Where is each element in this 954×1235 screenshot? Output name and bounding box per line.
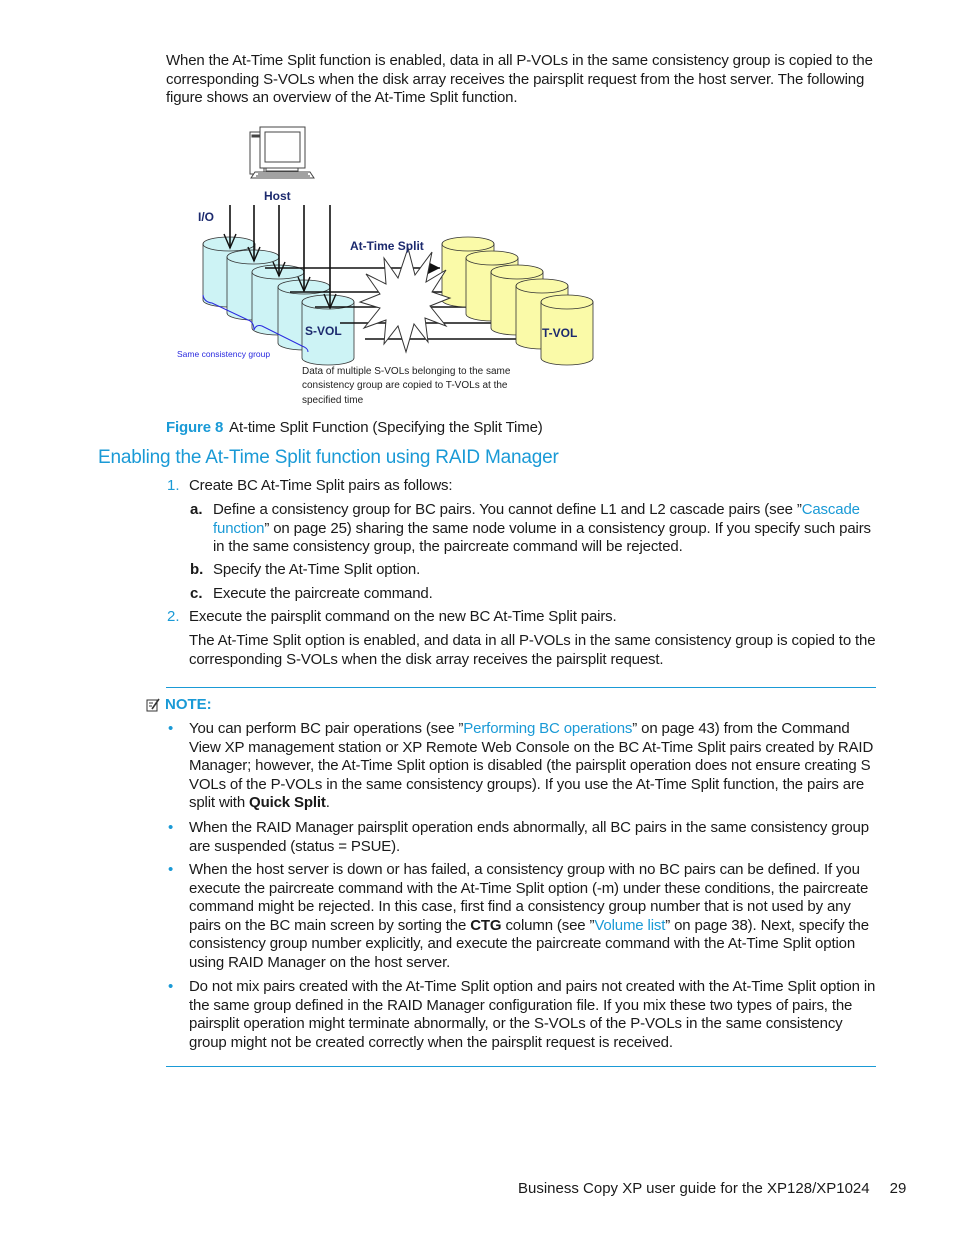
- substep-a-letter: a.: [190, 501, 203, 518]
- footer-title: Business Copy XP user guide for the XP12…: [518, 1180, 870, 1197]
- at-time-split-figure: Host I/O At-Time Split S-VOL T-VOL Same …: [170, 120, 610, 420]
- figure-note-line3: specified time: [302, 395, 364, 406]
- figure-note-line2: consistency group are copied to T-VOLs a…: [302, 380, 508, 391]
- note-bullet-2: •: [168, 819, 174, 836]
- note-bullet-1: •: [168, 720, 174, 737]
- step-2-number: 2.: [167, 608, 180, 625]
- note-top-rule: [166, 687, 876, 688]
- host-computer-icon: [249, 126, 315, 179]
- cascade-link-part1[interactable]: Cascade: [802, 501, 860, 518]
- note-item-2: When the RAID Manager pairsplit operatio…: [189, 819, 869, 855]
- note-pencil-icon: [146, 698, 160, 711]
- step-1-number: 1.: [167, 477, 180, 494]
- io-arrow: [247, 205, 261, 263]
- page-number: 29: [889, 1180, 907, 1197]
- split-burst-shape: [358, 246, 452, 354]
- note-bullet-3: •: [168, 861, 174, 878]
- step-1-text: Create BC At-Time Split pairs as follows…: [189, 477, 453, 494]
- page-footer: Business Copy XP user guide for the XP12…: [518, 1180, 906, 1197]
- substep-c-letter: c.: [190, 585, 203, 602]
- figure-number: Figure 8: [166, 419, 224, 436]
- at-time-split-label: At-Time Split: [350, 239, 424, 253]
- svol-label: S-VOL: [305, 324, 342, 338]
- performing-bc-operations-link[interactable]: Performing BC operations: [463, 720, 632, 737]
- note-item-4: Do not mix pairs created with the At-Tim…: [189, 978, 876, 1051]
- figure-caption-text: At-time Split Function (Specifying the S…: [229, 419, 543, 436]
- note-bullet-4: •: [168, 978, 174, 995]
- substep-a-text: Define a consistency group for BC pairs.…: [213, 501, 878, 557]
- io-label: I/O: [198, 210, 214, 224]
- substep-b-text: Specify the At-Time Split option.: [213, 561, 421, 578]
- host-label: Host: [264, 189, 291, 203]
- note-item-1: You can perform BC pair operations (see …: [189, 720, 879, 813]
- ctg-term: CTG: [470, 916, 502, 934]
- intro-paragraph: When the At-Time Split function is enabl…: [166, 52, 873, 107]
- substep-c-text: Execute the paircreate command.: [213, 585, 433, 602]
- tvol-label: T-VOL: [542, 326, 577, 340]
- volume-list-link[interactable]: Volume list: [594, 917, 665, 934]
- tvol-cylinders: [441, 236, 594, 366]
- substep-b-letter: b.: [190, 561, 204, 578]
- substep-a-pre: Define a consistency group for BC pairs.…: [213, 501, 802, 518]
- note-item-3: When the host server is down or has fail…: [189, 861, 879, 973]
- note-item-1-pre: You can perform BC pair operations (see …: [189, 720, 464, 737]
- io-arrow: [272, 205, 286, 278]
- note-header: NOTE:: [145, 696, 212, 713]
- note-title: NOTE:: [165, 696, 212, 713]
- figure-caption: Figure 8 At-time Split Function (Specifyi…: [166, 419, 543, 438]
- consistency-group-label: Same consistency group: [177, 349, 270, 359]
- substep-a-post: ” on page 25) sharing the same node volu…: [213, 519, 871, 556]
- step-2-text: Execute the pairsplit command on the new…: [189, 608, 617, 625]
- note-item-3-mid: column (see ”: [501, 916, 595, 934]
- section-heading: Enabling the At-Time Split function usin…: [98, 447, 559, 468]
- step-2-paragraph: The At-Time Split option is enabled, and…: [189, 632, 876, 668]
- note-item-1-post: .: [325, 794, 330, 812]
- quick-split-term: Quick Split: [249, 794, 326, 812]
- cascade-link-part2[interactable]: function: [213, 520, 264, 537]
- note-bottom-rule: [166, 1066, 876, 1067]
- at-time-split-diagram: Host I/O At-Time Split S-VOL T-VOL Same …: [177, 126, 594, 406]
- figure-note-line1: Data of multiple S-VOLs belonging to the…: [302, 366, 511, 377]
